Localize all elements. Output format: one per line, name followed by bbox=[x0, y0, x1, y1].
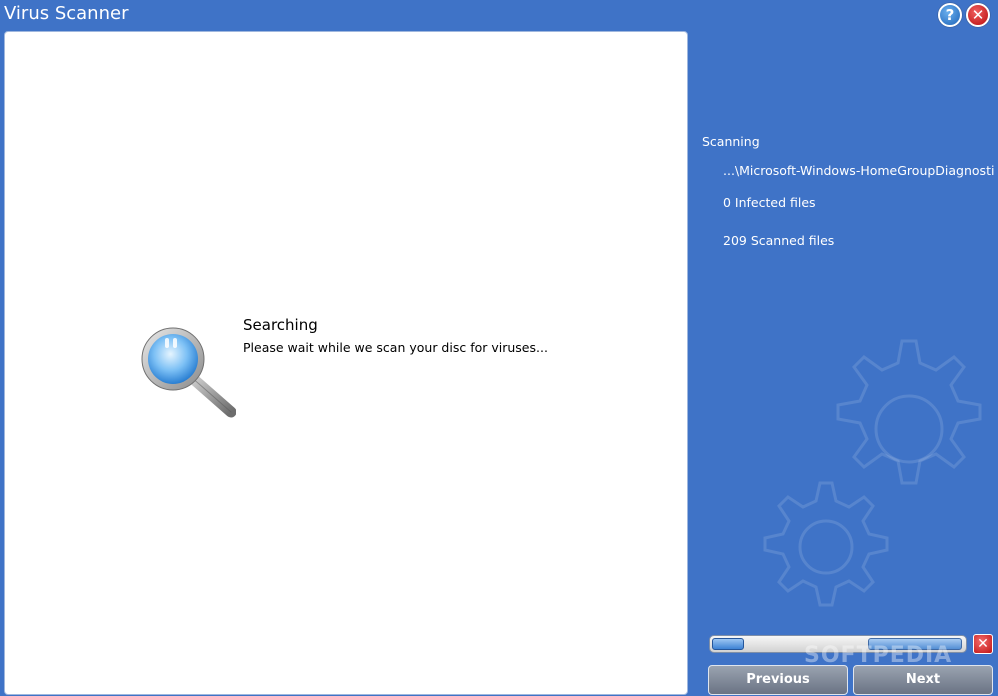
next-button[interactable]: Next bbox=[853, 665, 993, 695]
progress-fill bbox=[712, 638, 744, 650]
magnifier-icon bbox=[141, 327, 236, 418]
searching-title: Searching bbox=[243, 316, 318, 334]
window-title: Virus Scanner bbox=[4, 3, 129, 24]
cancel-scan-button[interactable]: ✕ bbox=[973, 634, 993, 654]
help-icon: ? bbox=[945, 6, 955, 24]
cancel-icon: ✕ bbox=[977, 636, 989, 652]
scanning-label: Scanning bbox=[702, 134, 760, 149]
gears-icon bbox=[763, 339, 982, 607]
searching-description: Please wait while we scan your disc for … bbox=[243, 340, 548, 355]
close-button[interactable]: ✕ bbox=[966, 3, 990, 27]
side-panel: Scanning ...\Microsoft-Windows-HomeGroup… bbox=[692, 31, 998, 696]
help-button[interactable]: ? bbox=[938, 3, 962, 27]
current-file-path: ...\Microsoft-Windows-HomeGroupDiagnosti… bbox=[723, 163, 994, 178]
close-icon: ✕ bbox=[971, 6, 985, 24]
previous-button[interactable]: Previous bbox=[708, 665, 848, 695]
infected-files-count: 0 Infected files bbox=[723, 195, 816, 210]
main-panel: Searching Please wait while we scan your… bbox=[4, 31, 688, 695]
scanned-files-count: 209 Scanned files bbox=[723, 233, 835, 248]
